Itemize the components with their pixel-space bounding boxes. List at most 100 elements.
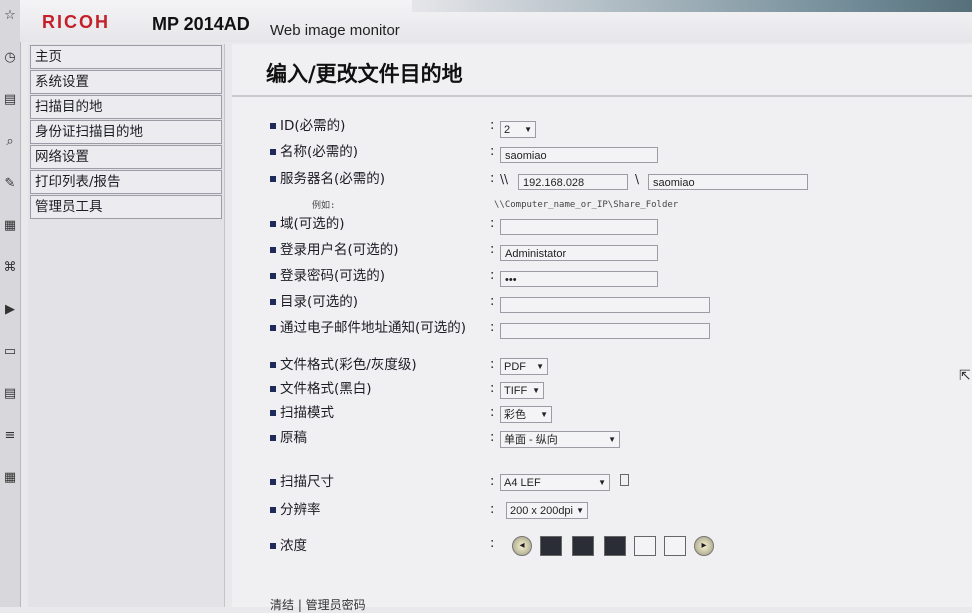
server-prefix: \\ bbox=[500, 172, 509, 186]
video-icon[interactable]: ▶ bbox=[2, 302, 18, 318]
bullet-icon bbox=[270, 507, 276, 513]
colon: : bbox=[490, 268, 495, 283]
colon: : bbox=[490, 171, 495, 186]
chevron-down-icon: ▼ bbox=[524, 125, 532, 134]
sidebar-item-system-settings[interactable]: 系统设置 bbox=[30, 70, 222, 94]
share-folder-field[interactable]: saomiao bbox=[648, 174, 808, 190]
format-bw-select[interactable]: TIFF ▼ bbox=[500, 382, 544, 399]
colon: : bbox=[490, 118, 495, 133]
sidebar-app-icon[interactable]: ✎ bbox=[2, 176, 18, 192]
bullet-icon bbox=[270, 410, 276, 416]
resolution-select[interactable]: 200 x 200dpi ▼ bbox=[506, 502, 588, 519]
domain-label-text: 域(可选的) bbox=[280, 216, 345, 232]
density-decrease-button[interactable]: ◂ bbox=[512, 536, 532, 556]
footer-link[interactable]: 清结 | 管理员密码 bbox=[270, 596, 366, 613]
directory-label-text: 目录(可选的) bbox=[280, 294, 359, 310]
domain-field[interactable] bbox=[500, 219, 658, 235]
example-path: \\Computer_name_or_IP\Share_Folder bbox=[494, 200, 679, 210]
colon: : bbox=[490, 536, 495, 551]
history-clock-icon[interactable]: ◷ bbox=[2, 50, 18, 66]
server-label: 服务器名(必需的) bbox=[270, 171, 385, 188]
density-label: 浓度 bbox=[270, 538, 307, 555]
format-color-label: 文件格式(彩色/灰度级) bbox=[270, 357, 417, 374]
bullet-icon bbox=[270, 149, 276, 155]
chevron-down-icon: ▼ bbox=[608, 435, 616, 444]
favorites-star-icon[interactable]: ☆ bbox=[2, 8, 18, 24]
sidebar-item-id-scan-destination[interactable]: 身份证扫描目的地 bbox=[30, 120, 222, 144]
original-select[interactable]: 单面 - 纵向 ▼ bbox=[500, 431, 620, 448]
server-separator: \ bbox=[635, 172, 640, 186]
bullet-icon bbox=[270, 325, 276, 331]
game-icon[interactable]: ⌘ bbox=[2, 260, 18, 276]
format-color-select[interactable]: PDF ▼ bbox=[500, 358, 548, 375]
density-level-4[interactable] bbox=[634, 536, 656, 556]
density-level-2[interactable] bbox=[572, 536, 594, 556]
directory-field[interactable] bbox=[500, 297, 710, 313]
screen-icon[interactable]: ▭ bbox=[2, 344, 18, 360]
calendar-icon[interactable]: ▦ bbox=[2, 218, 18, 234]
name-field[interactable]: saomiao bbox=[500, 147, 658, 163]
model-name: MP 2014AD bbox=[152, 14, 250, 34]
bullet-icon bbox=[270, 299, 276, 305]
app-subtitle: Web image monitor bbox=[270, 22, 400, 39]
scan-size-select[interactable]: A4 LEF ▼ bbox=[500, 474, 610, 491]
chevron-down-icon: ▼ bbox=[540, 410, 548, 419]
sidebar-item-scan-destination[interactable]: 扫描目的地 bbox=[30, 95, 222, 119]
scan-mode-select[interactable]: 彩色 ▼ bbox=[500, 406, 552, 423]
sidebar-nav: 主页 系统设置 扫描目的地 身份证扫描目的地 网络设置 打印列表/报告 管理员工… bbox=[28, 44, 225, 607]
reading-list-icon[interactable]: ▤ bbox=[2, 92, 18, 108]
scan-mode-value: 彩色 bbox=[504, 409, 526, 421]
resolution-label: 分辨率 bbox=[270, 502, 321, 519]
bullet-icon bbox=[270, 543, 276, 549]
id-label-text: ID(必需的) bbox=[280, 118, 346, 134]
header-stripe bbox=[412, 0, 972, 12]
sidebar-item-home[interactable]: 主页 bbox=[30, 45, 222, 69]
id-select-value: 2 bbox=[504, 124, 511, 136]
bullet-icon bbox=[270, 386, 276, 392]
grid-icon[interactable]: ▦ bbox=[2, 470, 18, 486]
bullet-icon bbox=[270, 176, 276, 182]
name-label-text: 名称(必需的) bbox=[280, 144, 359, 160]
sidebar-item-print-list[interactable]: 打印列表/报告 bbox=[30, 170, 222, 194]
notify-label: 通过电子邮件地址通知(可选的) bbox=[270, 320, 470, 337]
notify-email-field[interactable] bbox=[500, 323, 710, 339]
format-bw-value: TIFF bbox=[504, 385, 528, 397]
name-label: 名称(必需的) bbox=[270, 144, 358, 161]
username-field[interactable]: Administator bbox=[500, 245, 658, 261]
colon: : bbox=[490, 294, 495, 309]
scan-size-help-icon[interactable] bbox=[620, 474, 629, 486]
colon: : bbox=[490, 216, 495, 231]
colon: : bbox=[490, 381, 495, 396]
density-level-1[interactable] bbox=[540, 536, 562, 556]
bullet-icon bbox=[270, 362, 276, 368]
mouse-cursor-icon: ⇱ bbox=[959, 368, 971, 384]
format-color-label-text: 文件格式(彩色/灰度级) bbox=[280, 357, 417, 373]
document-icon[interactable]: ▤ bbox=[2, 386, 18, 402]
scan-mode-label: 扫描模式 bbox=[270, 405, 334, 422]
sidebar-item-network-settings[interactable]: 网络设置 bbox=[30, 145, 222, 169]
server-field[interactable]: 192.168.028 bbox=[518, 174, 628, 190]
colon: : bbox=[490, 502, 495, 517]
colon: : bbox=[490, 242, 495, 257]
density-level-3[interactable] bbox=[604, 536, 626, 556]
chevron-down-icon: ▼ bbox=[532, 386, 540, 395]
password-label-text: 登录密码(可选的) bbox=[280, 268, 386, 284]
resolution-label-text: 分辨率 bbox=[280, 502, 321, 518]
password-field[interactable]: ••• bbox=[500, 271, 658, 287]
chevron-down-icon: ▼ bbox=[598, 478, 606, 487]
colon: : bbox=[490, 357, 495, 372]
sidebar-item-admin-tools[interactable]: 管理员工具 bbox=[30, 195, 222, 219]
density-label-text: 浓度 bbox=[280, 538, 307, 554]
colon: : bbox=[490, 320, 495, 335]
id-select[interactable]: 2 ▼ bbox=[500, 121, 536, 138]
user-label-text: 登录用户名(可选的) bbox=[280, 242, 399, 258]
bullet-icon bbox=[270, 247, 276, 253]
scan-size-value: A4 LEF bbox=[504, 477, 541, 489]
search-icon[interactable]: ⌕ bbox=[2, 134, 18, 150]
density-level-5[interactable] bbox=[664, 536, 686, 556]
density-increase-button[interactable]: ▸ bbox=[694, 536, 714, 556]
chevron-down-icon: ▼ bbox=[576, 506, 584, 515]
notes-icon[interactable]: ≡ bbox=[2, 428, 18, 444]
notify-label-text: 通过电子邮件地址通知(可选的) bbox=[280, 320, 467, 336]
colon: : bbox=[490, 430, 495, 445]
